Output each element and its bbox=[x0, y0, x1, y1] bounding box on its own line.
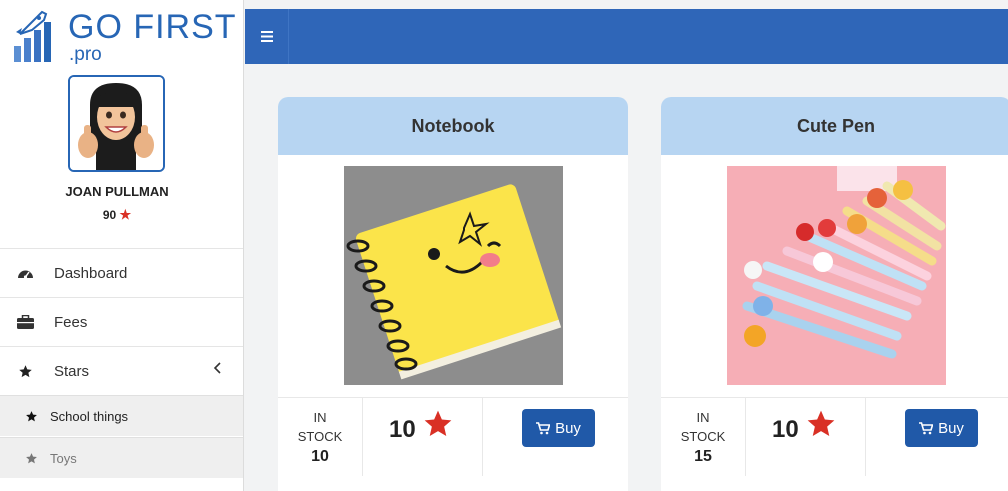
star-icon bbox=[24, 452, 38, 465]
buy-button[interactable]: Buy bbox=[905, 409, 978, 447]
user-name: JOAN PULLMAN bbox=[65, 184, 169, 199]
buy-button[interactable]: Buy bbox=[522, 409, 595, 447]
stock-label: IN bbox=[313, 410, 327, 425]
product-title: Cute Pen bbox=[661, 97, 1008, 155]
stock-label: IN bbox=[696, 410, 710, 425]
sidebar-item-label: Dashboard bbox=[54, 264, 128, 282]
hamburger-icon bbox=[260, 31, 273, 42]
brand-suffix: .pro bbox=[69, 44, 102, 65]
star-price: 10 bbox=[389, 416, 416, 443]
brand-logo[interactable]: GO FIRST .pro bbox=[12, 6, 237, 66]
sidebar-item-label: Stars bbox=[54, 362, 90, 380]
avatar bbox=[68, 75, 165, 172]
pens-image bbox=[727, 166, 946, 385]
star-icon bbox=[24, 410, 38, 423]
product-footer: IN STOCK 15 10 Buy bbox=[661, 397, 1008, 476]
rocket-chart-icon bbox=[14, 10, 51, 62]
menu-toggle-button[interactable] bbox=[245, 9, 289, 64]
product-card: Cute Pen IN STOCK 15 10 Buy bbox=[661, 97, 1008, 491]
sidebar-item-label: Fees bbox=[54, 313, 88, 331]
cart-icon bbox=[919, 421, 934, 434]
sidebar-subitem-label: Toys bbox=[50, 450, 77, 466]
stock-cell: IN STOCK 15 bbox=[661, 398, 746, 476]
user-star-count: 90 ★ bbox=[0, 207, 234, 223]
sidebar-subitem-toys[interactable]: Toys bbox=[0, 437, 243, 478]
sidebar-item-dashboard[interactable]: Dashboard bbox=[0, 248, 243, 297]
user-avatar-illustration bbox=[70, 77, 163, 170]
dashboard-gauge-icon bbox=[16, 266, 34, 280]
user-stars-value: 90 bbox=[102, 208, 117, 222]
product-footer: IN STOCK 10 10 Buy bbox=[278, 397, 628, 476]
stock-count: 15 bbox=[694, 448, 712, 465]
star-icon bbox=[422, 408, 454, 445]
product-card: Notebook IN STOCK 10 10 Buy bbox=[278, 97, 628, 491]
price-cell: 10 bbox=[745, 398, 866, 476]
brand-name: GO FIRST bbox=[68, 8, 237, 46]
sidebar-subitem-label: School things bbox=[50, 408, 129, 424]
cart-icon bbox=[536, 421, 551, 434]
star-icon bbox=[16, 364, 34, 379]
stock-cell: IN STOCK 10 bbox=[278, 398, 363, 476]
star-price: 10 bbox=[772, 416, 799, 443]
star-icon: ★ bbox=[119, 207, 132, 222]
stock-count: 10 bbox=[311, 448, 329, 465]
stock-label: STOCK bbox=[680, 429, 726, 444]
buy-label: Buy bbox=[938, 419, 964, 437]
sidebar-item-fees[interactable]: Fees bbox=[0, 297, 243, 346]
briefcase-icon bbox=[16, 315, 34, 329]
notebook-image bbox=[344, 166, 563, 385]
product-title: Notebook bbox=[278, 97, 628, 155]
price-cell: 10 bbox=[362, 398, 483, 476]
chevron-left-icon bbox=[213, 361, 223, 380]
sidebar-subitem-school-things[interactable]: School things bbox=[0, 395, 243, 436]
stock-label: STOCK bbox=[297, 429, 343, 444]
star-icon bbox=[805, 408, 837, 445]
sidebar: GO FIRST .pro JOAN PULLMAN 90 ★ Dashboar… bbox=[0, 0, 244, 491]
top-bar bbox=[245, 9, 1008, 64]
sidebar-item-stars[interactable]: Stars bbox=[0, 346, 243, 395]
buy-label: Buy bbox=[555, 419, 581, 437]
